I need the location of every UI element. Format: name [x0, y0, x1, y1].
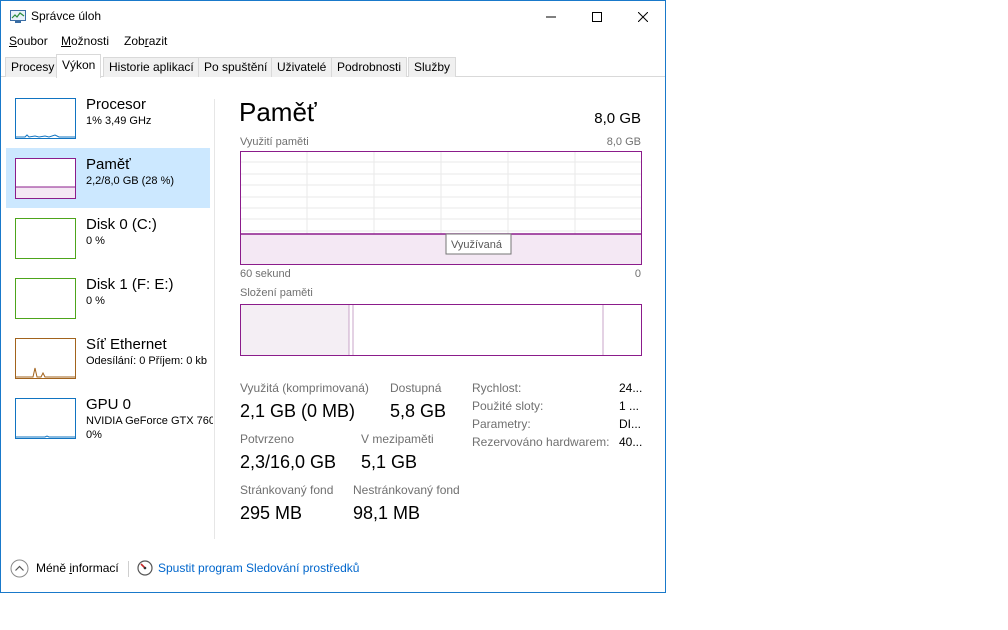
stat-paged-pool-label: Stránkovaný fond — [240, 483, 334, 497]
sidebar-item-subtitle: Odesílání: 0 Příjem: 0 kb — [86, 355, 208, 367]
tab-services[interactable]: Služby — [408, 57, 457, 77]
sidebar-item-subtitle: 2,2/8,0 GB (28 %) — [86, 175, 175, 187]
usage-tooltip: Využívaná — [445, 233, 512, 255]
fewer-details-button[interactable]: Méně informací — [36, 561, 119, 575]
composition-label: Složení paměti — [240, 287, 313, 299]
menu-view-label: Zobrazit — [124, 34, 168, 48]
tab-performance[interactable]: Výkon — [56, 54, 102, 78]
stat-available-label: Dostupná — [390, 381, 442, 395]
task-manager-window: Správce úloh Soubor Možnosti Zobrazit Pr… — [0, 0, 666, 593]
disk-0-thumbnail-graph — [15, 218, 76, 259]
info-reserved-value: 40... — [619, 435, 643, 449]
fewer-details-label: Méně informací — [36, 561, 119, 575]
menu-view[interactable]: Zobrazit — [124, 34, 167, 48]
minimize-button[interactable] — [528, 1, 574, 32]
info-form-factor-label: Parametry: — [472, 417, 531, 431]
usage-fill — [241, 234, 641, 264]
ethernet-thumbnail-graph — [15, 338, 76, 379]
composition-in-use — [241, 305, 349, 355]
minimize-icon — [546, 16, 556, 17]
stat-paged-pool-value: 295 MB — [240, 503, 303, 523]
page-title: Paměť — [239, 97, 317, 127]
maximize-button[interactable] — [574, 1, 620, 32]
sidebar-item-subtitle-2: 0% — [86, 429, 102, 441]
sidebar-item-title: GPU 0 — [86, 396, 132, 413]
stat-cached-value: 5,1 GB — [361, 452, 418, 472]
disk-1-thumbnail-graph — [15, 278, 76, 319]
footer: Méně informací Spustit program Sledování… — [1, 553, 665, 583]
info-reserved-label: Rezervováno hardwarem: — [472, 435, 610, 449]
usage-graph-max: 8,0 GB — [606, 136, 641, 148]
memory-thumbnail-graph — [15, 158, 76, 199]
close-icon — [638, 11, 648, 22]
stat-cached-label: V mezipaměti — [361, 432, 434, 446]
resource-sidebar: Procesor 1% 3,49 GHz Paměť 2,2/8,0 GB (2… — [1, 78, 213, 530]
tab-users[interactable]: Uživatelé — [271, 57, 333, 77]
close-button[interactable] — [620, 1, 666, 32]
info-slots-label: Použité sloty: — [472, 399, 544, 413]
chevron-up-icon[interactable] — [10, 559, 29, 578]
menu-file[interactable]: Soubor — [9, 34, 48, 48]
stat-in-use-value: 2,1 GB (0 MB) — [240, 401, 356, 421]
sidebar-item-title: Síť Ethernet — [86, 336, 167, 353]
memory-total: 8,0 GB — [594, 110, 641, 127]
sidebar-item-ethernet[interactable]: Síť Ethernet Odesílání: 0 Příjem: 0 kb — [6, 328, 210, 388]
title-bar[interactable]: Správce úloh — [1, 1, 665, 32]
maximize-icon — [592, 11, 602, 22]
time-axis-left: 60 sekund — [240, 268, 291, 280]
sidebar-item-memory[interactable]: Paměť 2,2/8,0 GB (28 %) — [6, 148, 210, 208]
sidebar-item-disk-0[interactable]: Disk 0 (C:) 0 % — [6, 208, 210, 268]
info-slots-value: 1 ... — [619, 399, 640, 413]
stat-nonpaged-pool-label: Nestránkovaný fond — [353, 483, 460, 497]
menu-bar: Soubor Možnosti Zobrazit — [1, 32, 665, 52]
sidebar-item-title: Paměť — [86, 156, 131, 173]
footer-separator — [128, 561, 129, 577]
tab-bar: Procesy Výkon Historie aplikací Po spušt… — [1, 54, 665, 78]
stat-available-value: 5,8 GB — [390, 401, 447, 421]
task-manager-app-icon — [10, 10, 26, 23]
tab-processes[interactable]: Procesy — [5, 57, 61, 77]
sidebar-item-title: Disk 0 (C:) — [86, 216, 157, 233]
window-title: Správce úloh — [31, 9, 102, 23]
stat-committed-label: Potvrzeno — [240, 432, 295, 446]
sidebar-item-subtitle: NVIDIA GeForce GTX 760 — [86, 415, 213, 427]
cpu-thumbnail-graph — [15, 98, 76, 139]
tab-app-history[interactable]: Historie aplikací — [103, 57, 200, 77]
panel-divider — [214, 99, 215, 539]
usage-tooltip-text: Využívaná — [451, 239, 503, 251]
info-form-factor-value: DI... — [619, 417, 642, 431]
menu-options-label: ožnosti — [71, 34, 110, 48]
stat-nonpaged-pool-value: 98,1 MB — [353, 503, 421, 523]
gpu-thumbnail-graph — [15, 398, 76, 439]
tab-details[interactable]: Podrobnosti — [331, 57, 408, 77]
sidebar-item-cpu[interactable]: Procesor 1% 3,49 GHz — [6, 88, 210, 148]
sidebar-item-subtitle: 0 % — [86, 295, 105, 307]
stat-committed-value: 2,3/16,0 GB — [240, 452, 337, 472]
sidebar-item-title: Disk 1 (F: E:) — [86, 276, 174, 293]
sidebar-item-title: Procesor — [86, 96, 147, 113]
sidebar-item-subtitle: 1% 3,49 GHz — [86, 115, 152, 127]
memory-composition-bar[interactable] — [240, 304, 642, 356]
sidebar-item-disk-1[interactable]: Disk 1 (F: E:) 0 % — [6, 268, 210, 328]
menu-file-label: oubor — [17, 34, 48, 48]
memory-usage-graph[interactable]: Využívaná — [240, 151, 642, 265]
info-speed-value: 24... — [619, 381, 643, 395]
open-resource-monitor-link[interactable]: Spustit program Sledování prostředků — [158, 561, 359, 575]
stat-in-use-label: Využitá (komprimovaná) — [240, 381, 369, 395]
time-axis-right: 0 — [634, 268, 641, 280]
sidebar-item-gpu[interactable]: GPU 0 NVIDIA GeForce GTX 760 0% — [6, 388, 213, 448]
menu-options[interactable]: Možnosti — [61, 34, 109, 48]
resource-monitor-icon — [137, 560, 153, 576]
usage-graph-label: Využití paměti — [240, 136, 309, 148]
tab-startup[interactable]: Po spuštění — [198, 57, 274, 77]
info-speed-label: Rychlost: — [472, 381, 522, 395]
sidebar-item-subtitle: 0 % — [86, 235, 105, 247]
